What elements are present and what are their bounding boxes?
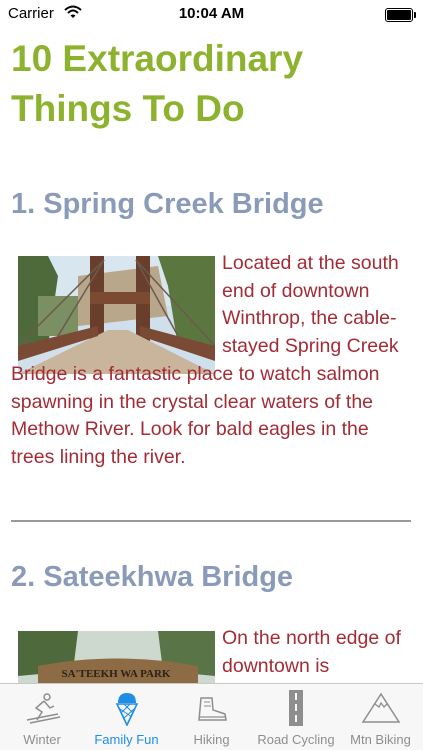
battery-icon	[385, 8, 416, 22]
tab-hiking-label: Hiking	[193, 732, 230, 747]
tab-family-fun-label: Family Fun	[94, 732, 159, 747]
ice-cream-icon	[107, 690, 147, 727]
item-text-2: On the north edge of downtown is	[222, 627, 401, 677]
page-title: 10 Extraordinary Things To Do	[11, 38, 304, 129]
tab-road-cycling-label: Road Cycling	[257, 732, 335, 747]
status-bar: Carrier 10:04 AM	[0, 0, 423, 28]
tab-hiking[interactable]: Hiking	[169, 684, 254, 750]
road-icon	[276, 690, 316, 726]
tab-winter-label: Winter	[23, 732, 61, 747]
status-time: 10:04 AM	[178, 5, 245, 22]
skier-icon	[22, 690, 62, 726]
item-heading-1: 1. Spring Creek Bridge	[11, 188, 324, 220]
tab-family-fun[interactable]: Family Fun	[84, 684, 169, 750]
tab-winter[interactable]: Winter	[0, 684, 84, 750]
tab-mtn-biking[interactable]: Mtn Biking	[338, 684, 423, 750]
tab-mtn-biking-label: Mtn Biking	[350, 732, 411, 747]
content-scroll-area[interactable]: 10 Extraordinary Things To Do 1. Spring …	[0, 28, 423, 684]
mountain-icon	[361, 690, 401, 726]
tab-road-cycling[interactable]: Road Cycling	[254, 684, 338, 750]
tab-bar: Winter Family Fun Hiking Road Cycling Mt…	[0, 683, 423, 750]
hiking-boot-icon	[192, 690, 232, 726]
item-heading-2: 2. Sateekhwa Bridge	[11, 561, 294, 593]
section-divider	[11, 520, 411, 522]
item-text-1: Located at the south end of downtown Win…	[11, 252, 399, 468]
